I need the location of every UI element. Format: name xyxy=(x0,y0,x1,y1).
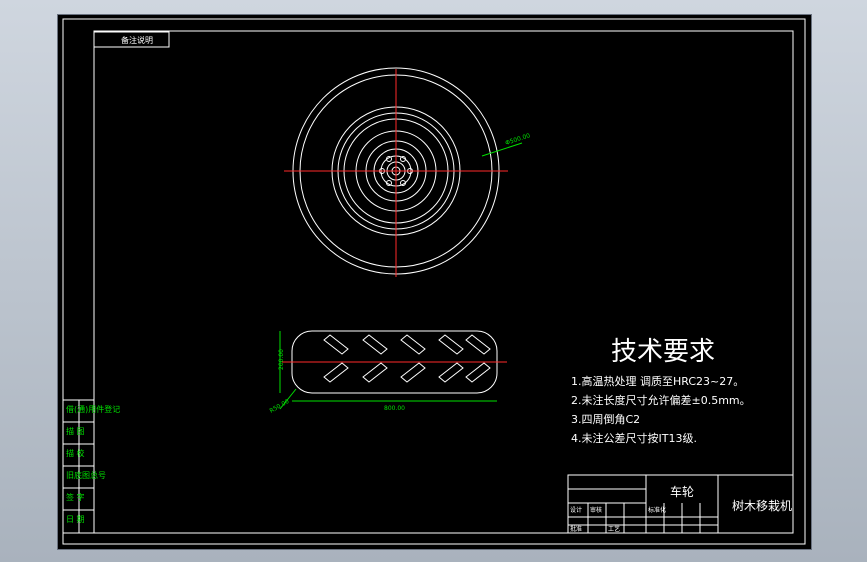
dim-height-text: 200.00 xyxy=(278,349,285,370)
inner-frame xyxy=(93,30,794,534)
title-label-4: 工艺 xyxy=(608,525,620,533)
title-label-3: 批准 xyxy=(570,525,582,533)
outer-border xyxy=(62,18,806,545)
side-label-column: 借(通)用件登记 描 图 描 校 旧底图总号 签 字 日 期 xyxy=(62,399,120,534)
side-label-2: 描 校 xyxy=(66,448,85,458)
tech-item-1: 2.未注长度尺寸允许偏差±0.5mm。 xyxy=(571,393,751,407)
wheel-side-view xyxy=(282,330,507,394)
tech-item-3: 4.未注公差尺寸按IT13级. xyxy=(571,431,697,445)
side-label-5: 日 期 xyxy=(66,515,85,524)
title-block: 车轮 树木移栽机 设计 审核 标准化 批准 工艺 xyxy=(567,474,794,534)
tech-title: 技术要求 xyxy=(611,337,715,367)
tech-requirements: 技术要求 1.高温热处理 调质至HRC23~27。 2.未注长度尺寸允许偏差±0… xyxy=(571,337,751,445)
drawing-canvas: 备注说明 借(通)用件登记 描 图 描 校 旧底图总号 签 字 日 期 Φ500… xyxy=(62,18,806,545)
title-label-0: 设计 xyxy=(570,506,582,514)
part-name: 车轮 xyxy=(670,484,694,499)
tread-ribs xyxy=(323,334,491,383)
side-label-3: 旧底图总号 xyxy=(66,470,106,480)
side-view-dimensions: 200.00 800.00 R50.00 xyxy=(269,331,497,415)
company-name: 树木移栽机 xyxy=(732,498,792,513)
dim-width-text: 800.00 xyxy=(384,405,405,412)
side-label-4: 签 字 xyxy=(66,492,85,502)
corner-tag-text: 备注说明 xyxy=(121,35,153,45)
dim-outer-diameter: Φ500.00 xyxy=(481,132,531,157)
title-label-1: 审核 xyxy=(590,506,602,514)
cad-drawing-viewport[interactable]: 备注说明 借(通)用件登记 描 图 描 校 旧底图总号 签 字 日 期 Φ500… xyxy=(57,14,812,550)
tech-item-0: 1.高温热处理 调质至HRC23~27。 xyxy=(571,374,744,388)
tech-item-2: 3.四周倒角C2 xyxy=(571,413,640,426)
wheel-front-view xyxy=(284,67,508,277)
side-label-1: 描 图 xyxy=(66,426,85,436)
dim-radius-text: R50.00 xyxy=(269,398,291,415)
side-label-0: 借(通)用件登记 xyxy=(66,404,120,414)
title-label-2: 标准化 xyxy=(648,506,666,514)
